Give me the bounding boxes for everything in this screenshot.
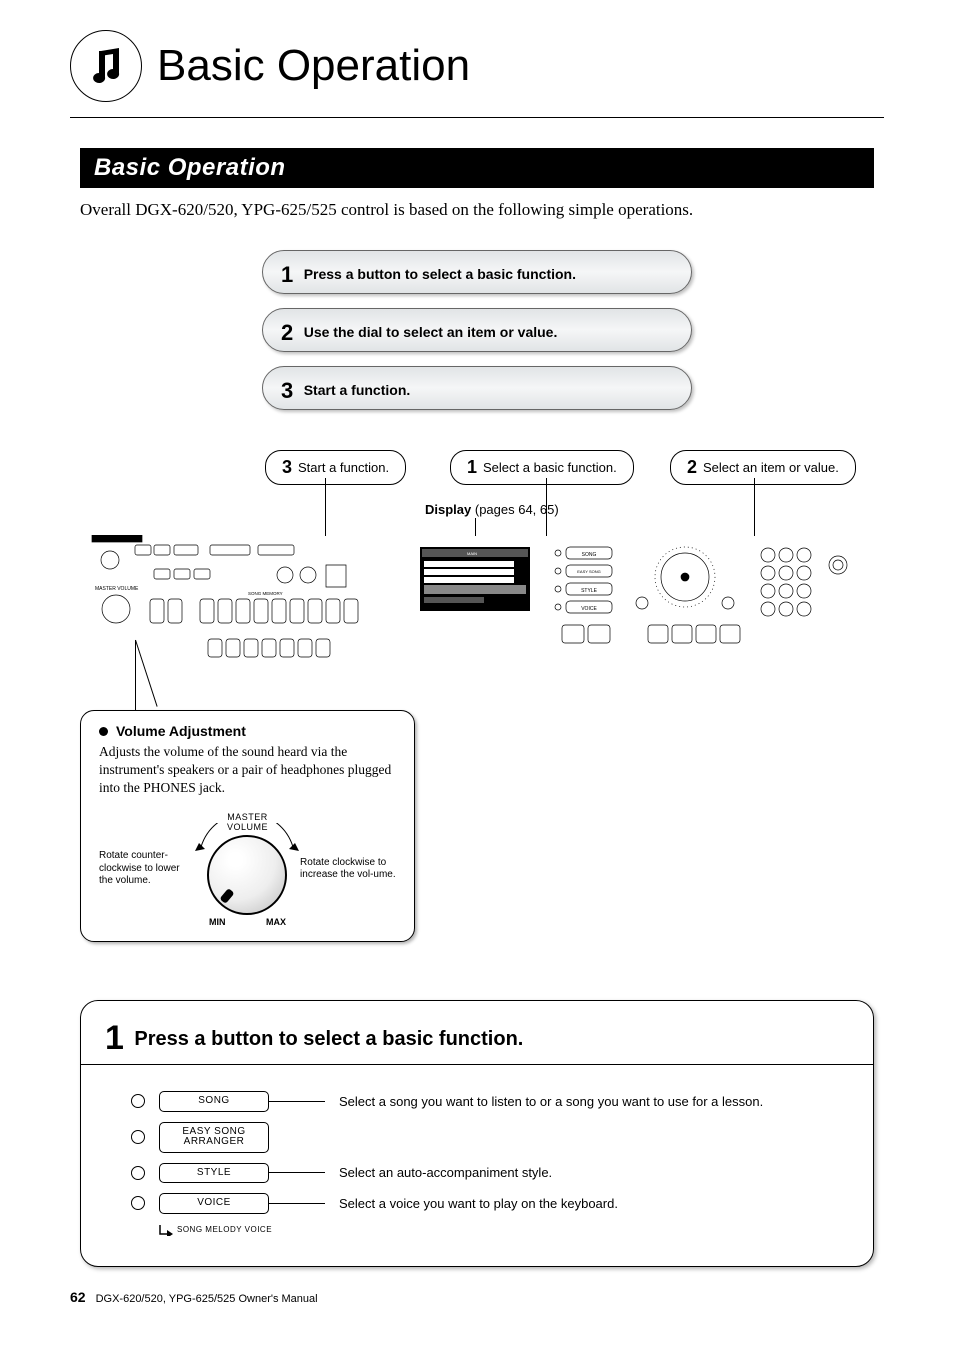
leader-line [754, 478, 755, 536]
svg-text:SONG MEMORY: SONG MEMORY [248, 591, 283, 596]
step-pill-2: 2 Use the dial to select an item or valu… [262, 308, 692, 352]
callout-1: 1 Select a basic function. [450, 450, 634, 485]
led-indicator [131, 1094, 145, 1108]
function-button-style[interactable]: STYLE [159, 1163, 269, 1184]
svg-text:MASTER VOLUME: MASTER VOLUME [95, 586, 139, 592]
master-volume-dial[interactable] [207, 835, 287, 915]
function-description: Select a voice you want to play on the k… [339, 1196, 618, 1211]
display-label: Display (pages 64, 65) [425, 502, 559, 517]
led-indicator [131, 1166, 145, 1180]
step-text: Start a function. [304, 382, 411, 398]
rotate-cw-text: Rotate clockwise to increase the vol-ume… [300, 857, 396, 882]
step-pill-3: 3 Start a function. [262, 366, 692, 410]
leader-line [546, 478, 547, 536]
step-text: Press a button to select a basic functio… [304, 266, 576, 282]
callout-text: Select a basic function. [483, 460, 617, 475]
basic-function-row: VOICE Select a voice you want to play on … [131, 1193, 843, 1214]
function-button-song[interactable]: SONG [159, 1091, 269, 1112]
page-title: Basic Operation [157, 41, 470, 91]
diagram-area: 3 Start a function. 1 Select a basic fun… [80, 450, 874, 970]
intro-text: Overall DGX-620/520, YPG-625/525 control… [80, 200, 874, 220]
step1-title: Press a button to select a basic functio… [134, 1028, 523, 1050]
led-indicator [131, 1130, 145, 1144]
svg-text:SONG: SONG [582, 552, 597, 558]
step1-panel: 1 Press a button to select a basic funct… [80, 1000, 874, 1267]
volume-adjustment-box: Volume Adjustment Adjusts the volume of … [80, 710, 415, 942]
hold-arrow-icon [159, 1224, 173, 1236]
svg-text:MAIN: MAIN [467, 551, 477, 556]
control-panel-illustration: MASTER VOLUME SONG MEMORY [80, 535, 870, 675]
step1-header: 1 Press a button to select a basic funct… [81, 1001, 873, 1065]
song-melody-voice-row: SONG MELODY VOICE [159, 1224, 843, 1236]
page-number: 62 [70, 1289, 86, 1305]
connector-line [269, 1203, 325, 1204]
callout-num: 3 [282, 457, 292, 478]
connector-line [269, 1101, 325, 1102]
svg-text:STYLE: STYLE [581, 588, 598, 594]
music-note-icon [70, 30, 142, 102]
volume-title: Volume Adjustment [99, 723, 396, 739]
function-description: Select a song you want to listen to or a… [339, 1094, 763, 1109]
callout-2: 2 Select an item or value. [670, 450, 856, 485]
callout-3: 3 Start a function. [265, 450, 406, 485]
step-pill-1: 1 Press a button to select a basic funct… [262, 250, 692, 294]
callout-num: 2 [687, 457, 697, 478]
manual-name: DGX-620/520, YPG-625/525 Owner's Manual [96, 1293, 318, 1305]
rotate-ccw-text: Rotate counter-clockwise to lower the vo… [99, 850, 195, 888]
function-button-voice[interactable]: VOICE [159, 1193, 269, 1214]
leader-line [325, 478, 326, 536]
step1-number: 1 [105, 1019, 124, 1058]
basic-function-row: STYLE Select an auto-accompaniment style. [131, 1163, 843, 1184]
led-indicator [131, 1196, 145, 1210]
callout-text: Select an item or value. [703, 460, 839, 475]
leader-line [475, 518, 476, 536]
step-number: 3 [281, 378, 293, 404]
song-melody-voice-label: SONG MELODY VOICE [177, 1225, 272, 1234]
display-bold: Display [425, 502, 471, 517]
header-rule [70, 117, 884, 118]
function-description: Select an auto-accompaniment style. [339, 1165, 552, 1180]
callout-text: Start a function. [298, 460, 389, 475]
volume-description: Adjusts the volume of the sound heard vi… [99, 743, 396, 798]
step-text: Use the dial to select an item or value. [304, 324, 558, 340]
step-number: 2 [281, 320, 293, 346]
connector-line [269, 1172, 325, 1173]
function-button-easy[interactable]: EASY SONGARRANGER [159, 1122, 269, 1153]
section-heading: Basic Operation [80, 148, 874, 188]
min-label: MIN [209, 917, 226, 927]
page-footer: 62 DGX-620/520, YPG-625/525 Owner's Manu… [70, 1289, 318, 1305]
max-label: MAX [266, 917, 286, 927]
svg-text:EASY SONG: EASY SONG [577, 569, 601, 574]
basic-function-row: EASY SONGARRANGER [131, 1122, 843, 1153]
svg-text:VOICE: VOICE [581, 606, 597, 612]
callout-num: 1 [467, 457, 477, 478]
basic-function-row: SONG Select a song you want to listen to … [131, 1091, 843, 1112]
step-number: 1 [281, 262, 293, 288]
